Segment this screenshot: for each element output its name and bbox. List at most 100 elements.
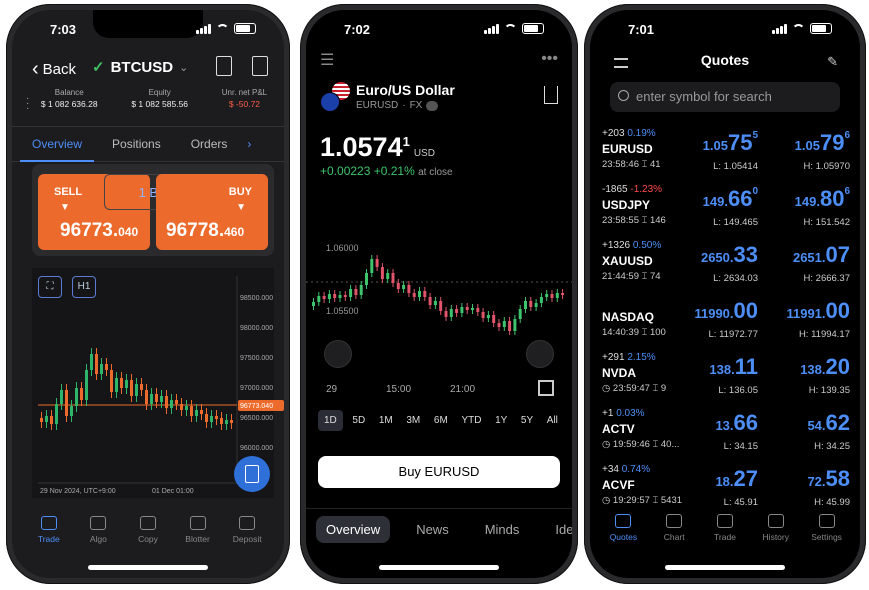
search-input[interactable]: enter symbol for search: [610, 82, 840, 112]
nav-quotes[interactable]: Quotes: [603, 514, 643, 554]
price-b: 66: [733, 410, 758, 435]
range-all[interactable]: All: [543, 410, 562, 431]
range-6m[interactable]: 6M: [430, 410, 452, 431]
phone-quotes-app: 7:01 Quotes ✎ enter symbol for search +2…: [584, 4, 866, 584]
quote-change: +34 0.74%: [602, 464, 650, 475]
range-ytd[interactable]: YTD: [457, 410, 485, 431]
range-1m[interactable]: 1M: [375, 410, 397, 431]
range-5d[interactable]: 5D: [348, 410, 369, 431]
instrument-sub: EURUSD · FX: [356, 100, 439, 111]
nav-label: Settings: [811, 532, 842, 542]
chart-type-icon[interactable]: [526, 340, 554, 368]
buy-button[interactable]: BUY ▼ 96778.460: [156, 174, 268, 250]
tab-news[interactable]: News: [406, 516, 459, 543]
tab-overview[interactable]: Overview: [19, 137, 95, 162]
tab-positions[interactable]: Positions: [112, 137, 161, 151]
sell-price-main: 96773.: [60, 220, 119, 241]
quote-time: ◷ 19:59:46 ⌶ 40...: [602, 439, 680, 450]
nav-blotter[interactable]: Blotter: [178, 516, 218, 556]
symbol-selector[interactable]: ✓ BTCUSD ⌄: [92, 58, 188, 77]
tab-overview[interactable]: Overview: [316, 516, 391, 543]
price-c: 6: [844, 130, 850, 141]
more-icon[interactable]: •••: [541, 50, 558, 68]
buy-eurusd-button[interactable]: Buy EURUSD: [318, 456, 560, 488]
candle: [175, 400, 178, 404]
alarm-icon[interactable]: [324, 340, 352, 368]
quote-row[interactable]: +1 0.03% ACTV ◷ 19:59:46 ⌶ 40... 13.66 54.62…: [602, 408, 850, 464]
home-indicator: [379, 565, 499, 570]
edit-icon[interactable]: ✎: [827, 54, 838, 70]
candle: [449, 309, 453, 317]
clipboard-icon[interactable]: [216, 56, 232, 76]
candle: [180, 404, 183, 410]
chevron-right-icon[interactable]: ›: [247, 137, 251, 151]
quote-row[interactable]: NASDAQ 14:40:39 ⌶ 100 11990.00 11991.00 L: 1…: [602, 296, 850, 352]
candles-svg[interactable]: [306, 236, 572, 346]
nav-copy[interactable]: Copy: [128, 516, 168, 556]
nav-chart[interactable]: Chart: [654, 514, 694, 554]
ticker: EURUSD: [356, 100, 399, 111]
candle: [497, 323, 501, 327]
quote-row[interactable]: +34 0.74% ACVF ◷ 19:29:57 ⌶ 5431 18.27 72.58…: [602, 464, 850, 520]
price-a: 2651.: [792, 250, 826, 265]
candle: [70, 406, 73, 416]
candle: [65, 390, 68, 416]
price-b: 79: [819, 130, 845, 155]
time-label: 29: [326, 384, 338, 395]
range-1y[interactable]: 1Y: [491, 410, 511, 431]
candle: [539, 297, 543, 303]
orders-fab[interactable]: [234, 456, 270, 492]
nav-trade[interactable]: Trade: [29, 516, 69, 556]
candle: [486, 315, 490, 318]
share-icon[interactable]: [544, 86, 558, 104]
trend-icon: [716, 514, 733, 528]
candle: [50, 416, 53, 424]
candle: [349, 289, 353, 297]
range-3m[interactable]: 3M: [402, 410, 424, 431]
price-b: 33: [733, 242, 758, 267]
metric-equity: Equity $ 1 082 585.56: [131, 88, 188, 120]
quote-row[interactable]: -1865 -1.23% USDJPY 23:58:55 ⌶ 146 149.660 1…: [602, 184, 850, 240]
expand-icon[interactable]: [538, 380, 554, 396]
candle: [170, 400, 173, 408]
nav-history[interactable]: History: [756, 514, 796, 554]
back-button[interactable]: ‹ Back: [32, 58, 76, 81]
high-price: H: 45.99: [814, 497, 850, 508]
tab-bar: Overview Positions Orders ›: [12, 126, 284, 162]
menu-icon[interactable]: ☰: [320, 50, 334, 69]
nav-label: Quotes: [609, 532, 638, 542]
nav-algo[interactable]: Algo: [78, 516, 118, 556]
change-points: +1: [602, 408, 614, 419]
share-icon[interactable]: [252, 56, 268, 76]
battery-icon: [234, 23, 256, 34]
low-price: L: 2634.03: [713, 273, 758, 284]
tab-ideas[interactable]: Idea: [545, 516, 572, 543]
nav-settings[interactable]: Settings: [807, 514, 847, 554]
range-1d[interactable]: 1D: [318, 410, 343, 431]
x-tick-label: 29 Nov 2024, UTC+9:00: [40, 488, 116, 495]
phone-trading-app: 7:03 ‹ Back ✓ BTCUSD ⌄ · · · Balance $ 1 082 6…: [6, 4, 290, 584]
ask-price: 149.806: [795, 186, 850, 212]
price-b: 00: [825, 298, 850, 323]
range-5y[interactable]: 5Y: [517, 410, 537, 431]
nav-trade[interactable]: Trade: [705, 514, 745, 554]
buy-price-frac: 460: [224, 225, 245, 239]
status-bar: 7:01: [590, 10, 860, 50]
candle: [120, 378, 123, 388]
nav-label: Algo: [89, 534, 107, 544]
candle: [423, 291, 427, 297]
quote-row[interactable]: +1326 0.50% XAUUSD 21:44:59 ⌶ 74 2650.33 265…: [602, 240, 850, 296]
search-placeholder: enter symbol for search: [636, 89, 772, 104]
quote-symbol: EURUSD: [602, 142, 653, 156]
candle: [402, 285, 406, 289]
price-a: 13.: [715, 418, 734, 433]
high-price: H: 139.35: [808, 385, 850, 396]
ask-price: 2651.07: [793, 242, 850, 268]
tab-minds[interactable]: Minds: [475, 516, 530, 543]
quote-row[interactable]: +291 2.15% NVDA ◷ 23:59:47 ⌶ 9 138.11 138.20…: [602, 352, 850, 408]
tab-orders[interactable]: Orders: [191, 137, 228, 151]
y-tick-label: 98000.000: [240, 325, 273, 332]
page-title: Quotes: [700, 52, 750, 68]
nav-deposit[interactable]: Deposit: [227, 516, 267, 556]
quote-row[interactable]: +203 0.19% EURUSD 23:58:46 ⌶ 41 1.05755 1.05…: [602, 128, 850, 184]
